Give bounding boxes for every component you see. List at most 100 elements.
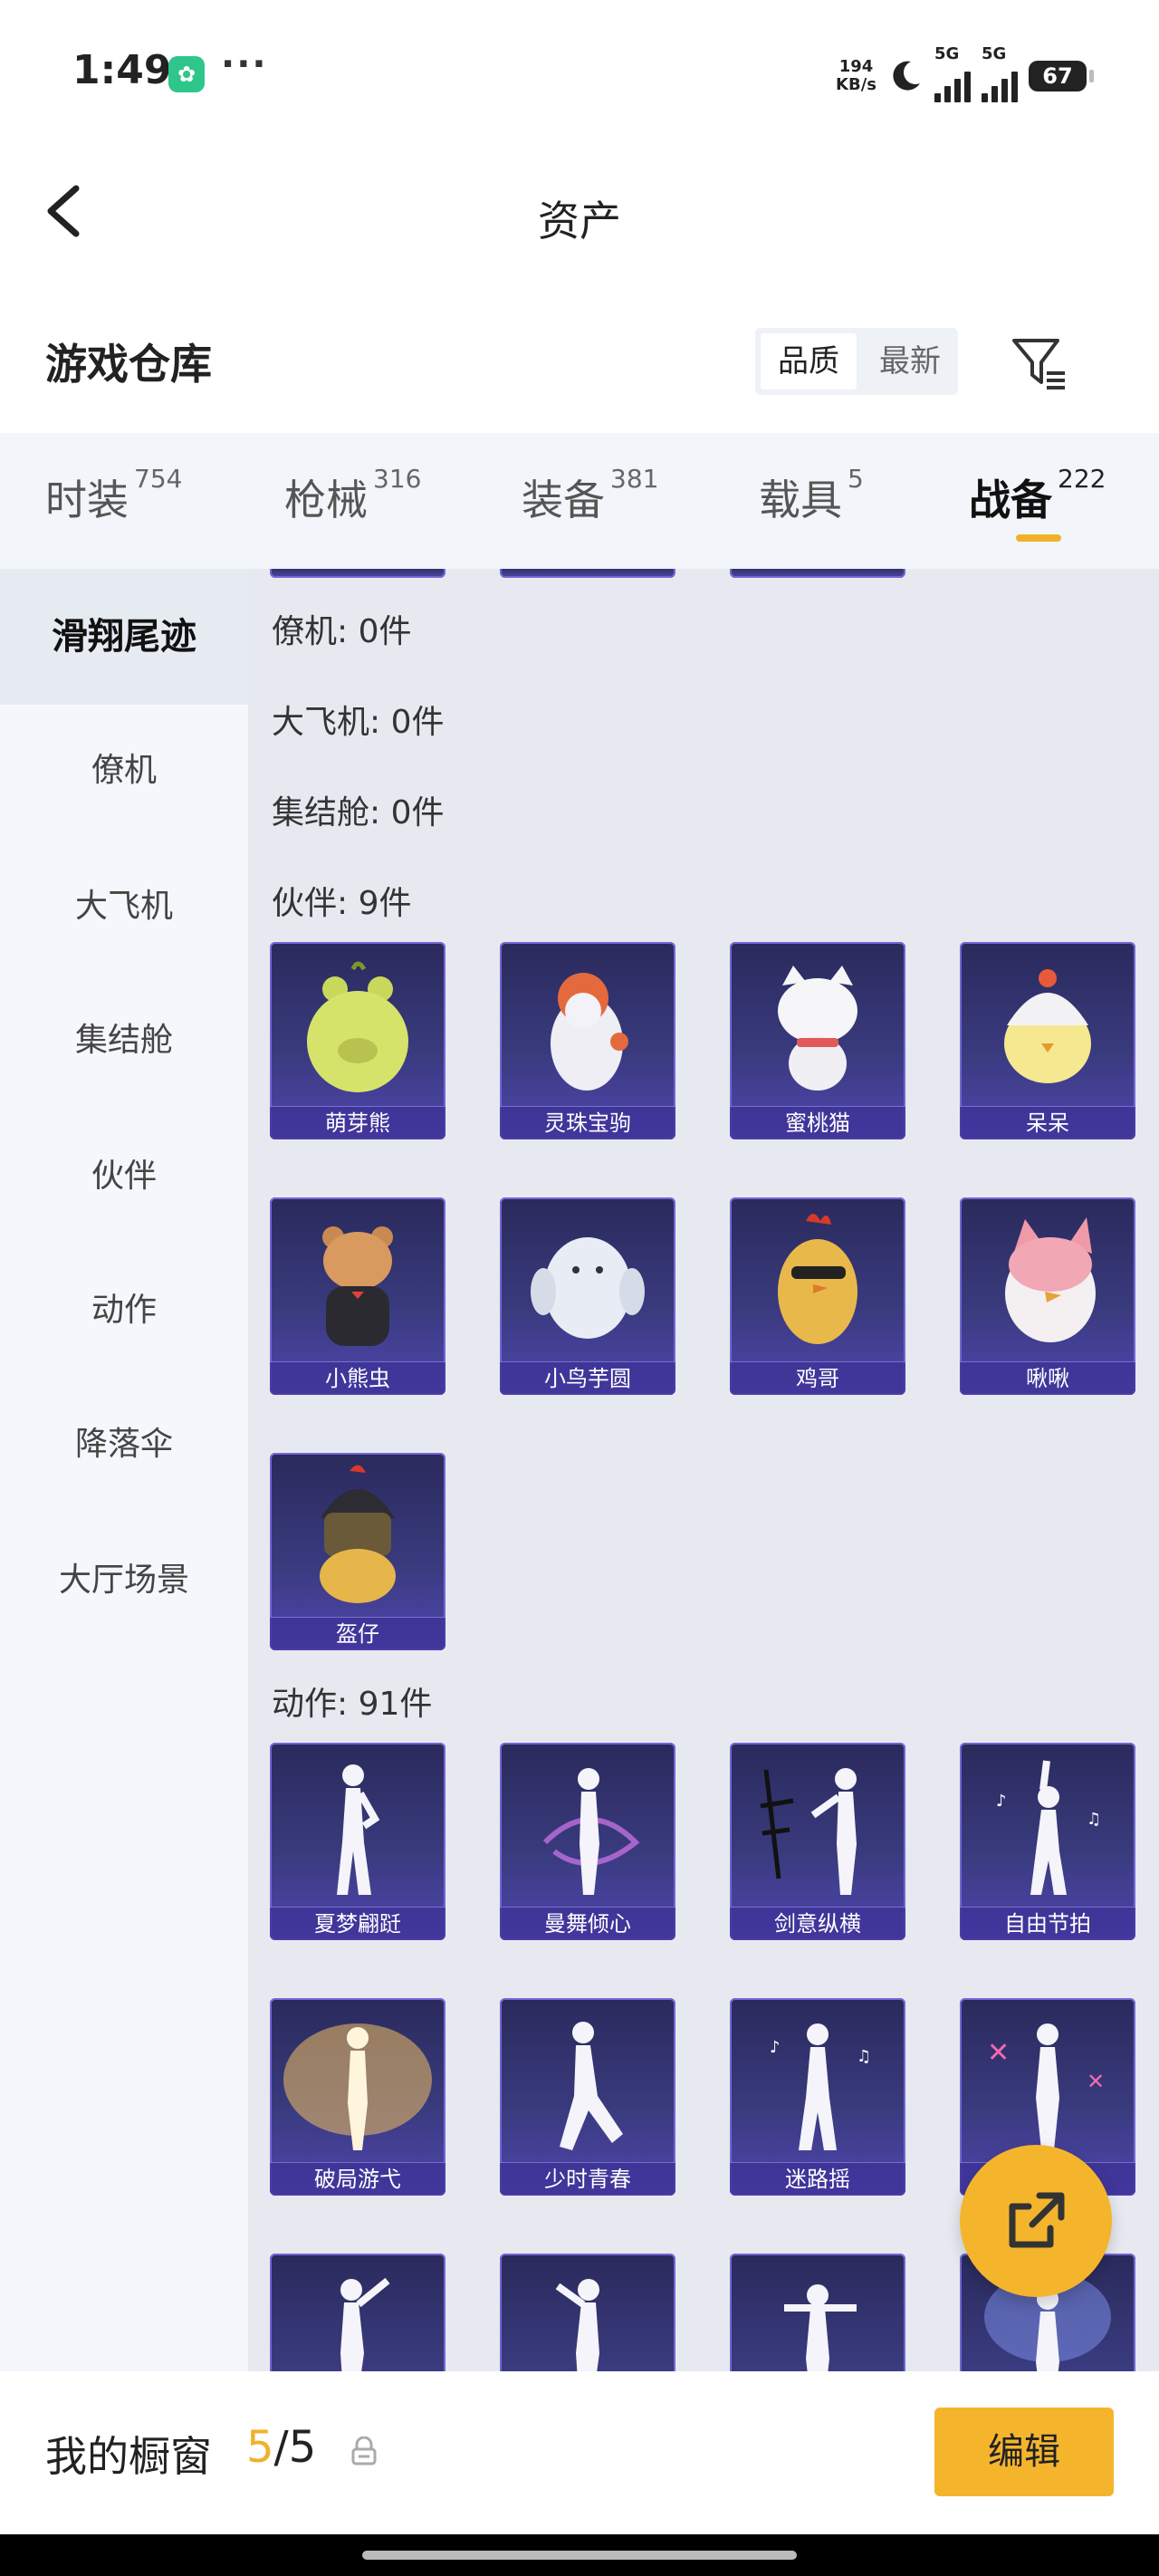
item-name: 呆呆 [960, 1106, 1135, 1139]
partner-card[interactable]: 灵珠宝驹 [500, 942, 675, 1139]
tab-firearms[interactable]: 枪械 316 [284, 464, 421, 540]
item-name: 剑意纵横 [730, 1907, 905, 1940]
filter-icon[interactable] [1009, 333, 1068, 393]
edit-button[interactable]: 编辑 [934, 2408, 1114, 2496]
emote-card[interactable]: 剑意纵横 [730, 1743, 905, 1940]
share-fab-button[interactable] [960, 2145, 1112, 2297]
more-notifications-icon: ··· [221, 43, 268, 85]
section-wingman: 僚机: 0件 [272, 613, 412, 650]
item-name: 自由节拍 [960, 1907, 1135, 1940]
showcase-bar: 我的橱窗 5/5 编辑 [0, 2371, 1159, 2534]
item-card-partial[interactable] [730, 569, 905, 578]
tab-battle-prep[interactable]: 战备 222 [969, 464, 1106, 540]
emote-card[interactable] [500, 2254, 675, 2371]
dance-pose-icon [340, 2277, 390, 2371]
pink-bird-figure-icon [1005, 1217, 1096, 1342]
svg-text:✕: ✕ [987, 2037, 1010, 2069]
sidebar-item-parachute[interactable]: 降落伞 [0, 1377, 248, 1513]
category-tabs: 时装 754 枪械 316 装备 381 载具 5 战备 222 [0, 433, 1159, 569]
partner-card[interactable]: 呆呆 [960, 942, 1135, 1139]
item-name: 迷路摇 [730, 2162, 905, 2196]
sidebar-item-lobby-scene[interactable]: 大厅场景 [0, 1513, 248, 1648]
section-partner: 伙伴: 9件 [272, 885, 412, 922]
sword-pose-icon [760, 1768, 857, 1895]
partner-card[interactable]: 鸡哥 [730, 1197, 905, 1395]
item-name: 破局游弋 [270, 2162, 445, 2196]
helmet-chick-figure-icon [320, 1465, 396, 1603]
item-name: 盔仔 [270, 1617, 445, 1650]
horse-figure-icon [551, 973, 628, 1091]
item-name: 灵珠宝驹 [500, 1106, 675, 1139]
warehouse-header: 游戏仓库 品质 最新 [0, 308, 1159, 426]
emote-card[interactable]: 破局游弋 [270, 1998, 445, 2196]
partner-card[interactable]: 小熊虫 [270, 1197, 445, 1395]
emote-card[interactable]: ♪ ♫ 迷路摇 [730, 1998, 905, 2196]
sidebar-item-big-plane[interactable]: 大飞机 [0, 839, 248, 975]
showcase-label: 我的橱窗 [45, 2432, 212, 2481]
svg-text:✕: ✕ [1087, 2069, 1105, 2094]
tab-vehicles[interactable]: 载具 5 [759, 464, 864, 540]
section-big-plane: 大飞机: 0件 [272, 704, 445, 741]
sort-toggle: 品质 最新 [755, 328, 958, 395]
item-name: 萌芽熊 [270, 1106, 445, 1139]
partner-card[interactable]: 蜜桃猫 [730, 942, 905, 1139]
section-emote: 动作: 91件 [272, 1686, 433, 1723]
page-title: 资产 [538, 197, 621, 245]
emote-card[interactable]: 曼舞倾心 [500, 1743, 675, 1940]
partner-card[interactable]: 啾啾 [960, 1197, 1135, 1395]
sort-newest-button[interactable]: 最新 [862, 328, 958, 395]
lock-icon [351, 2437, 377, 2465]
signal-icon-1: 5G [934, 44, 971, 102]
lost-sway-icon: ♪ ♫ [770, 2023, 871, 2150]
emote-card[interactable]: ♪ ♫ 自由节拍 [960, 1743, 1135, 1940]
item-name: 鸡哥 [730, 1361, 905, 1395]
emote-card[interactable]: 夏梦翩跹 [270, 1743, 445, 1940]
cat-figure-icon [778, 966, 857, 1091]
share-external-icon [1009, 2192, 1065, 2248]
item-name: 夏梦翩跹 [270, 1907, 445, 1940]
tab-equipment[interactable]: 装备 381 [522, 464, 658, 540]
svg-text:♫: ♫ [857, 2047, 871, 2066]
svg-text:♫: ♫ [1087, 1810, 1101, 1829]
emote-card[interactable]: 少时青春 [500, 1998, 675, 2196]
sidebar-item-glide-trail[interactable]: 滑翔尾迹 [0, 569, 248, 705]
wechat-icon: ✿ [168, 56, 205, 92]
dance-pose-icon [555, 2279, 599, 2371]
item-name: 曼舞倾心 [500, 1907, 675, 1940]
sidebar-item-pod[interactable]: 集结舱 [0, 973, 248, 1109]
status-bar: 1:49 ✿ ··· 194 KB/s 5G 5G 67 [0, 0, 1159, 145]
cross-arms-pose-icon: ✕✕ [987, 2023, 1105, 2150]
sort-quality-button[interactable]: 品质 [761, 333, 857, 389]
item-name: 蜜桃猫 [730, 1106, 905, 1139]
emote-card[interactable] [270, 2254, 445, 2371]
do-not-disturb-icon [893, 61, 920, 91]
item-name: 小熊虫 [270, 1361, 445, 1395]
sidebar-item-wingman[interactable]: 僚机 [0, 703, 248, 839]
item-card-partial[interactable] [270, 569, 445, 578]
rooster-figure-icon [778, 1214, 857, 1344]
warehouse-title: 游戏仓库 [45, 340, 212, 389]
tab-fashion[interactable]: 时装 754 [45, 464, 182, 540]
battery-icon: 67 [1029, 61, 1094, 91]
emote-card[interactable] [730, 2254, 905, 2371]
sidebar-item-emote[interactable]: 动作 [0, 1243, 248, 1379]
active-tab-indicator [1016, 534, 1061, 542]
chick-figure-icon [1004, 969, 1091, 1083]
item-name: 小鸟芋圆 [500, 1361, 675, 1395]
winged-pose-icon [283, 2023, 432, 2150]
item-card-partial[interactable] [500, 569, 675, 578]
dance-pose-icon [784, 2284, 857, 2371]
partner-card[interactable]: 盔仔 [270, 1453, 445, 1650]
nav-bar: 资产 [0, 145, 1159, 281]
sidebar: 滑翔尾迹 僚机 大飞机 集结舱 伙伴 动作 降落伞 大厅场景 [0, 569, 248, 2371]
partner-card[interactable]: 萌芽熊 [270, 942, 445, 1139]
signal-icon-2: 5G [982, 44, 1018, 102]
item-name: 少时青春 [500, 2162, 675, 2196]
network-speed: 194 KB/s [836, 57, 876, 94]
status-time: 1:49 [72, 47, 172, 93]
item-list: 僚机: 0件 大飞机: 0件 集结舱: 0件 伙伴: 9件 萌芽熊 灵珠宝驹 蜜… [248, 569, 1159, 2371]
swirl-dance-icon [542, 1768, 640, 1895]
sidebar-item-partner[interactable]: 伙伴 [0, 1109, 248, 1245]
home-indicator[interactable] [0, 2534, 1159, 2576]
partner-card[interactable]: 小鸟芋圆 [500, 1197, 675, 1395]
